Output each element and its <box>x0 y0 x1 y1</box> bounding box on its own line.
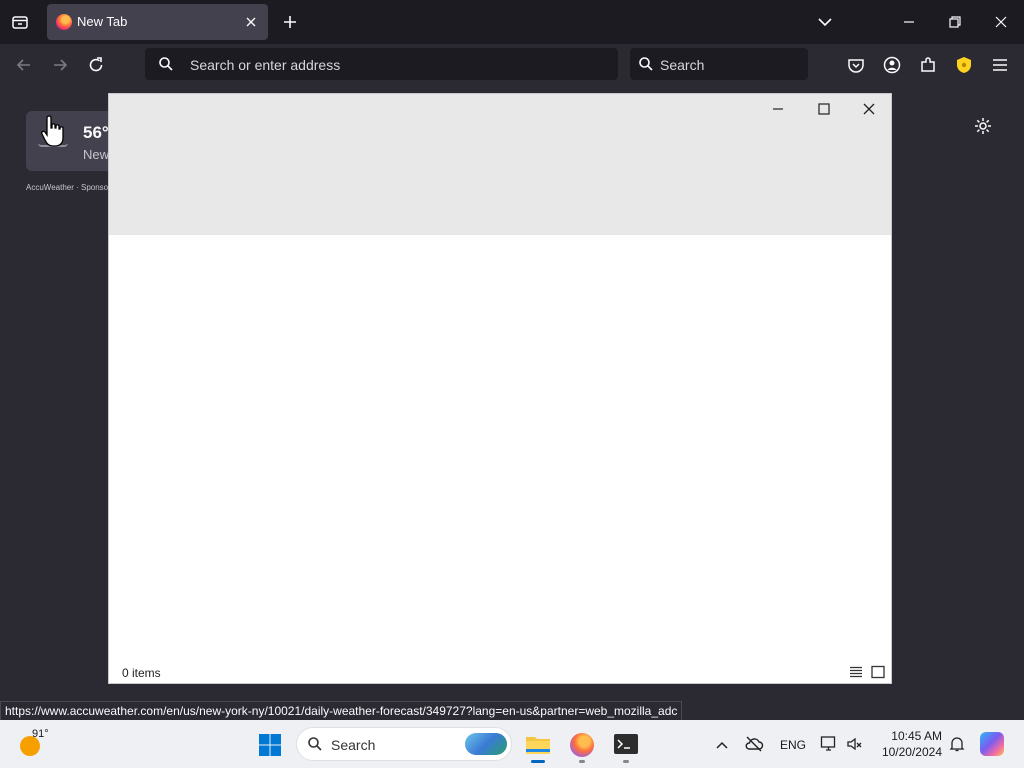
active-app-indicator <box>531 760 545 763</box>
show-hidden-icons-button[interactable] <box>714 737 730 753</box>
list-all-tabs-button[interactable] <box>10 12 30 32</box>
restore-window-button[interactable] <box>946 13 964 31</box>
minimize-icon <box>773 108 783 110</box>
onedrive-button[interactable] <box>744 735 764 753</box>
firefox-icon <box>56 14 72 30</box>
windows-logo-icon <box>259 734 281 756</box>
puzzle-icon <box>921 57 935 72</box>
speaker-muted-icon <box>847 737 862 751</box>
link-status-url: https://www.accuweather.com/en/us/new-yo… <box>0 701 683 721</box>
close-icon <box>995 16 1007 28</box>
volume-button[interactable] <box>846 735 864 753</box>
close-tab-button[interactable] <box>243 14 259 30</box>
gear-icon <box>975 118 991 134</box>
newtab-settings-button[interactable] <box>973 116 993 136</box>
taskbar-firefox[interactable] <box>570 733 594 763</box>
taskbar-search-box[interactable]: Search <box>296 727 512 761</box>
dialog-window: 0 items <box>108 93 892 684</box>
start-button[interactable] <box>258 733 282 757</box>
account-icon <box>883 56 901 74</box>
search-bar[interactable]: Search <box>630 48 808 80</box>
running-app-indicator <box>623 760 629 763</box>
hand-cursor-icon <box>40 114 66 148</box>
chevron-up-icon <box>716 741 728 749</box>
bell-icon <box>949 737 965 752</box>
search-icon <box>158 56 174 72</box>
taskbar-search-label: Search <box>331 737 376 753</box>
clock-date: 10/20/2024 <box>881 745 942 759</box>
weather-temperature: 56° <box>83 123 109 142</box>
weather-location: New <box>83 147 110 162</box>
details-view-button[interactable] <box>848 664 864 680</box>
restore-icon <box>949 16 961 28</box>
pocket-button[interactable] <box>846 55 866 75</box>
reload-button[interactable] <box>86 55 106 75</box>
close-window-button[interactable] <box>992 13 1010 31</box>
monitor-network-icon <box>820 736 836 751</box>
minimize-icon <box>904 21 914 23</box>
taskbar-clock[interactable]: 10:45 AM 10/20/2024 <box>870 727 942 761</box>
reload-icon <box>89 57 103 72</box>
taskbar-weather-button[interactable]: 91° <box>18 728 52 760</box>
copilot-icon <box>980 732 1004 756</box>
dialog-item-count: 0 items <box>122 666 161 680</box>
back-button[interactable] <box>14 55 34 75</box>
arrow-left-icon <box>16 59 30 71</box>
network-status-button[interactable] <box>820 735 838 753</box>
extension-shield-button[interactable] <box>954 55 974 75</box>
taskbar-terminal[interactable] <box>614 734 638 763</box>
chevron-down-icon <box>818 18 832 27</box>
weather-sponsor-label: AccuWeather · Sponsored <box>26 183 110 192</box>
close-icon <box>246 17 256 27</box>
folder-icon <box>526 737 550 754</box>
tile-view-icon <box>871 665 885 679</box>
shield-icon <box>957 57 971 73</box>
app-menu-button[interactable] <box>990 55 1010 75</box>
cloud-offline-icon <box>745 736 764 752</box>
dialog-close-button[interactable] <box>860 100 878 118</box>
minimize-window-button[interactable] <box>900 13 918 31</box>
terminal-icon <box>614 734 638 754</box>
pocket-icon <box>848 59 864 73</box>
tab-overflow-button[interactable] <box>816 13 834 31</box>
running-app-indicator <box>579 760 585 763</box>
input-language-indicator[interactable]: ENG <box>780 738 806 752</box>
taskbar-file-explorer[interactable] <box>525 733 551 763</box>
search-placeholder: Search <box>660 57 705 73</box>
dialog-maximize-button[interactable] <box>815 100 833 118</box>
tab-list-icon <box>12 16 28 29</box>
list-view-icon <box>850 666 862 678</box>
tab-new-tab[interactable]: New Tab <box>47 4 268 40</box>
maximize-icon <box>818 103 830 115</box>
clock-time: 10:45 AM <box>891 729 942 743</box>
dialog-minimize-button[interactable] <box>769 100 787 118</box>
plus-icon <box>284 16 296 28</box>
search-icon <box>307 736 323 752</box>
copilot-button[interactable] <box>980 732 1004 756</box>
hamburger-menu-icon <box>993 59 1007 71</box>
extensions-button[interactable] <box>918 55 938 75</box>
account-button[interactable] <box>882 55 902 75</box>
new-tab-button[interactable] <box>281 13 299 31</box>
large-icons-view-button[interactable] <box>870 664 886 680</box>
search-icon <box>638 56 654 72</box>
arrow-right-icon <box>54 59 68 71</box>
address-placeholder: Search or enter address <box>190 57 341 73</box>
tab-title: New Tab <box>77 14 128 29</box>
notifications-button[interactable] <box>948 735 966 753</box>
taskbar-weather-temp: 91° <box>32 728 49 740</box>
search-highlight-icon <box>465 733 507 755</box>
address-bar[interactable]: Search or enter address <box>145 48 618 80</box>
firefox-icon <box>570 733 594 757</box>
close-icon <box>863 103 875 115</box>
forward-button[interactable] <box>50 55 70 75</box>
